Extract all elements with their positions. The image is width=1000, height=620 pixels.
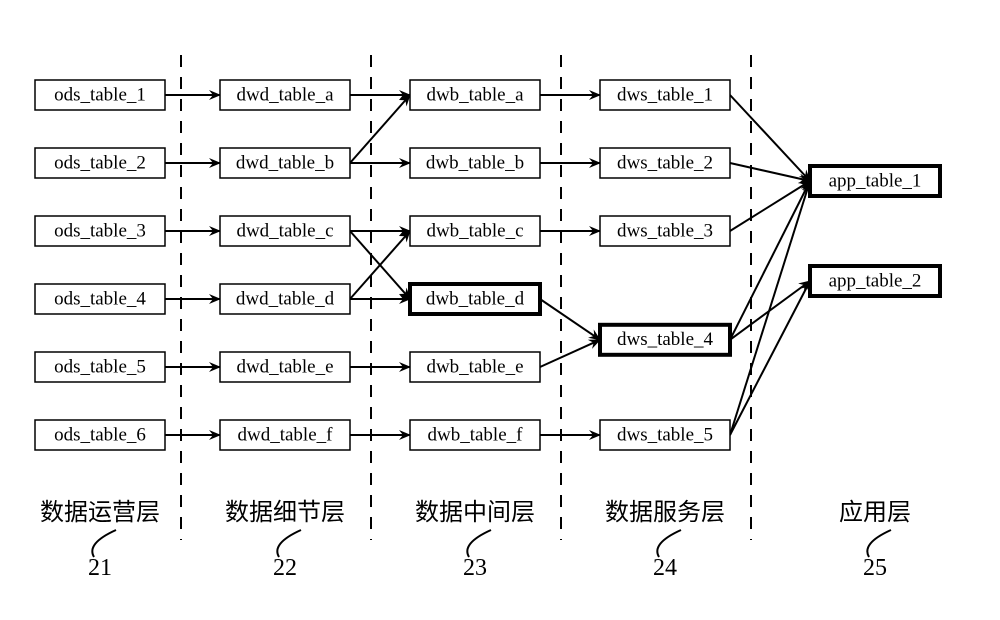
node-ods_table_3: ods_table_3 [35, 216, 165, 246]
leader-dwd [277, 530, 301, 557]
node-app_table_1: app_table_1 [810, 166, 940, 196]
svg-text:dwd_table_d: dwd_table_d [236, 288, 335, 309]
svg-text:dwb_table_f: dwb_table_f [428, 424, 524, 445]
node-ods_table_1: ods_table_1 [35, 80, 165, 110]
svg-text:dwd_table_e: dwd_table_e [236, 356, 333, 377]
node-dws_table_3: dws_table_3 [600, 216, 730, 246]
leader-ods [92, 530, 116, 557]
node-ods_table_4: ods_table_4 [35, 284, 165, 314]
edge-dws.3-app.0 [730, 181, 810, 340]
edge-dws.1-app.0 [730, 163, 810, 181]
node-dws_table_5: dws_table_5 [600, 420, 730, 450]
node-dwb_table_c: dwb_table_c [410, 216, 540, 246]
edge-dwb.3-dws.3 [540, 299, 600, 340]
nodes: ods_table_1 ods_table_2 ods_table_3 ods_tab… [35, 80, 940, 450]
node-dwd_table_c: dwd_table_c [220, 216, 350, 246]
node-dwd_table_f: dwd_table_f [220, 420, 350, 450]
node-dwb_table_b: dwb_table_b [410, 148, 540, 178]
svg-text:dwb_table_b: dwb_table_b [426, 152, 524, 173]
edges [165, 95, 810, 435]
layer-labels: 数据运营层 21 数据细节层 22 数据中间层 23 数据服务层 24 应用层 25 [40, 499, 911, 581]
node-ods_table_2: ods_table_2 [35, 148, 165, 178]
svg-text:ods_table_6: ods_table_6 [54, 424, 146, 445]
layer-num-dws: 24 [653, 555, 677, 581]
svg-text:dws_table_5: dws_table_5 [617, 424, 713, 445]
layer-label-dwb: 数据中间层 [415, 499, 535, 526]
edge-dws.0-app.0 [730, 95, 810, 181]
svg-text:dwd_table_b: dwd_table_b [236, 152, 334, 173]
svg-text:dws_table_2: dws_table_2 [617, 152, 713, 173]
node-dws_table_4: dws_table_4 [600, 325, 730, 355]
layer-num-ods: 21 [88, 555, 112, 581]
svg-text:dws_table_4: dws_table_4 [617, 329, 714, 350]
svg-text:dws_table_3: dws_table_3 [617, 220, 713, 241]
svg-text:dwb_table_e: dwb_table_e [426, 356, 523, 377]
svg-text:ods_table_3: ods_table_3 [54, 220, 146, 241]
layer-label-dws: 数据服务层 [605, 499, 725, 526]
layer-label-app: 应用层 [839, 499, 911, 526]
node-dws_table_2: dws_table_2 [600, 148, 730, 178]
edge-dws.4-app.1 [730, 281, 810, 435]
leader-app [867, 530, 891, 557]
edge-dwb.4-dws.3 [540, 340, 600, 367]
node-dwb_table_a: dwb_table_a [410, 80, 540, 110]
node-dwb_table_e: dwb_table_e [410, 352, 540, 382]
svg-text:dwd_table_c: dwd_table_c [236, 220, 333, 241]
svg-text:dws_table_1: dws_table_1 [617, 84, 713, 105]
svg-text:ods_table_1: ods_table_1 [54, 84, 146, 105]
layer-label-dwd: 数据细节层 [225, 499, 345, 526]
leader-dwb [467, 530, 491, 557]
svg-text:ods_table_4: ods_table_4 [54, 288, 146, 309]
edge-dwd.1-dwb.0 [350, 95, 410, 163]
node-dwd_table_a: dwd_table_a [220, 80, 350, 110]
leader-dws [657, 530, 681, 557]
node-ods_table_6: ods_table_6 [35, 420, 165, 450]
node-dws_table_1: dws_table_1 [600, 80, 730, 110]
node-dwd_table_d: dwd_table_d [220, 284, 350, 314]
svg-text:ods_table_2: ods_table_2 [54, 152, 146, 173]
layer-label-ods: 数据运营层 [40, 499, 160, 526]
svg-text:ods_table_5: ods_table_5 [54, 356, 146, 377]
node-ods_table_5: ods_table_5 [35, 352, 165, 382]
layer-num-dwd: 22 [273, 555, 297, 581]
svg-text:dwd_table_a: dwd_table_a [236, 84, 334, 105]
node-dwd_table_e: dwd_table_e [220, 352, 350, 382]
svg-text:app_table_1: app_table_1 [829, 170, 922, 191]
layer-num-dwb: 23 [463, 555, 487, 581]
edge-dws.4-app.0 [730, 181, 810, 435]
node-app_table_2: app_table_2 [810, 266, 940, 296]
svg-text:dwb_table_c: dwb_table_c [426, 220, 523, 241]
flow-diagram: ods_table_1 ods_table_2 ods_table_3 ods_tab… [0, 0, 1000, 620]
layer-num-app: 25 [863, 555, 887, 581]
node-dwd_table_b: dwd_table_b [220, 148, 350, 178]
svg-text:dwb_table_d: dwb_table_d [426, 288, 525, 309]
node-dwb_table_d: dwb_table_d [410, 284, 540, 314]
svg-text:dwd_table_f: dwd_table_f [238, 424, 334, 445]
svg-text:dwb_table_a: dwb_table_a [426, 84, 524, 105]
node-dwb_table_f: dwb_table_f [410, 420, 540, 450]
svg-text:app_table_2: app_table_2 [829, 270, 922, 291]
